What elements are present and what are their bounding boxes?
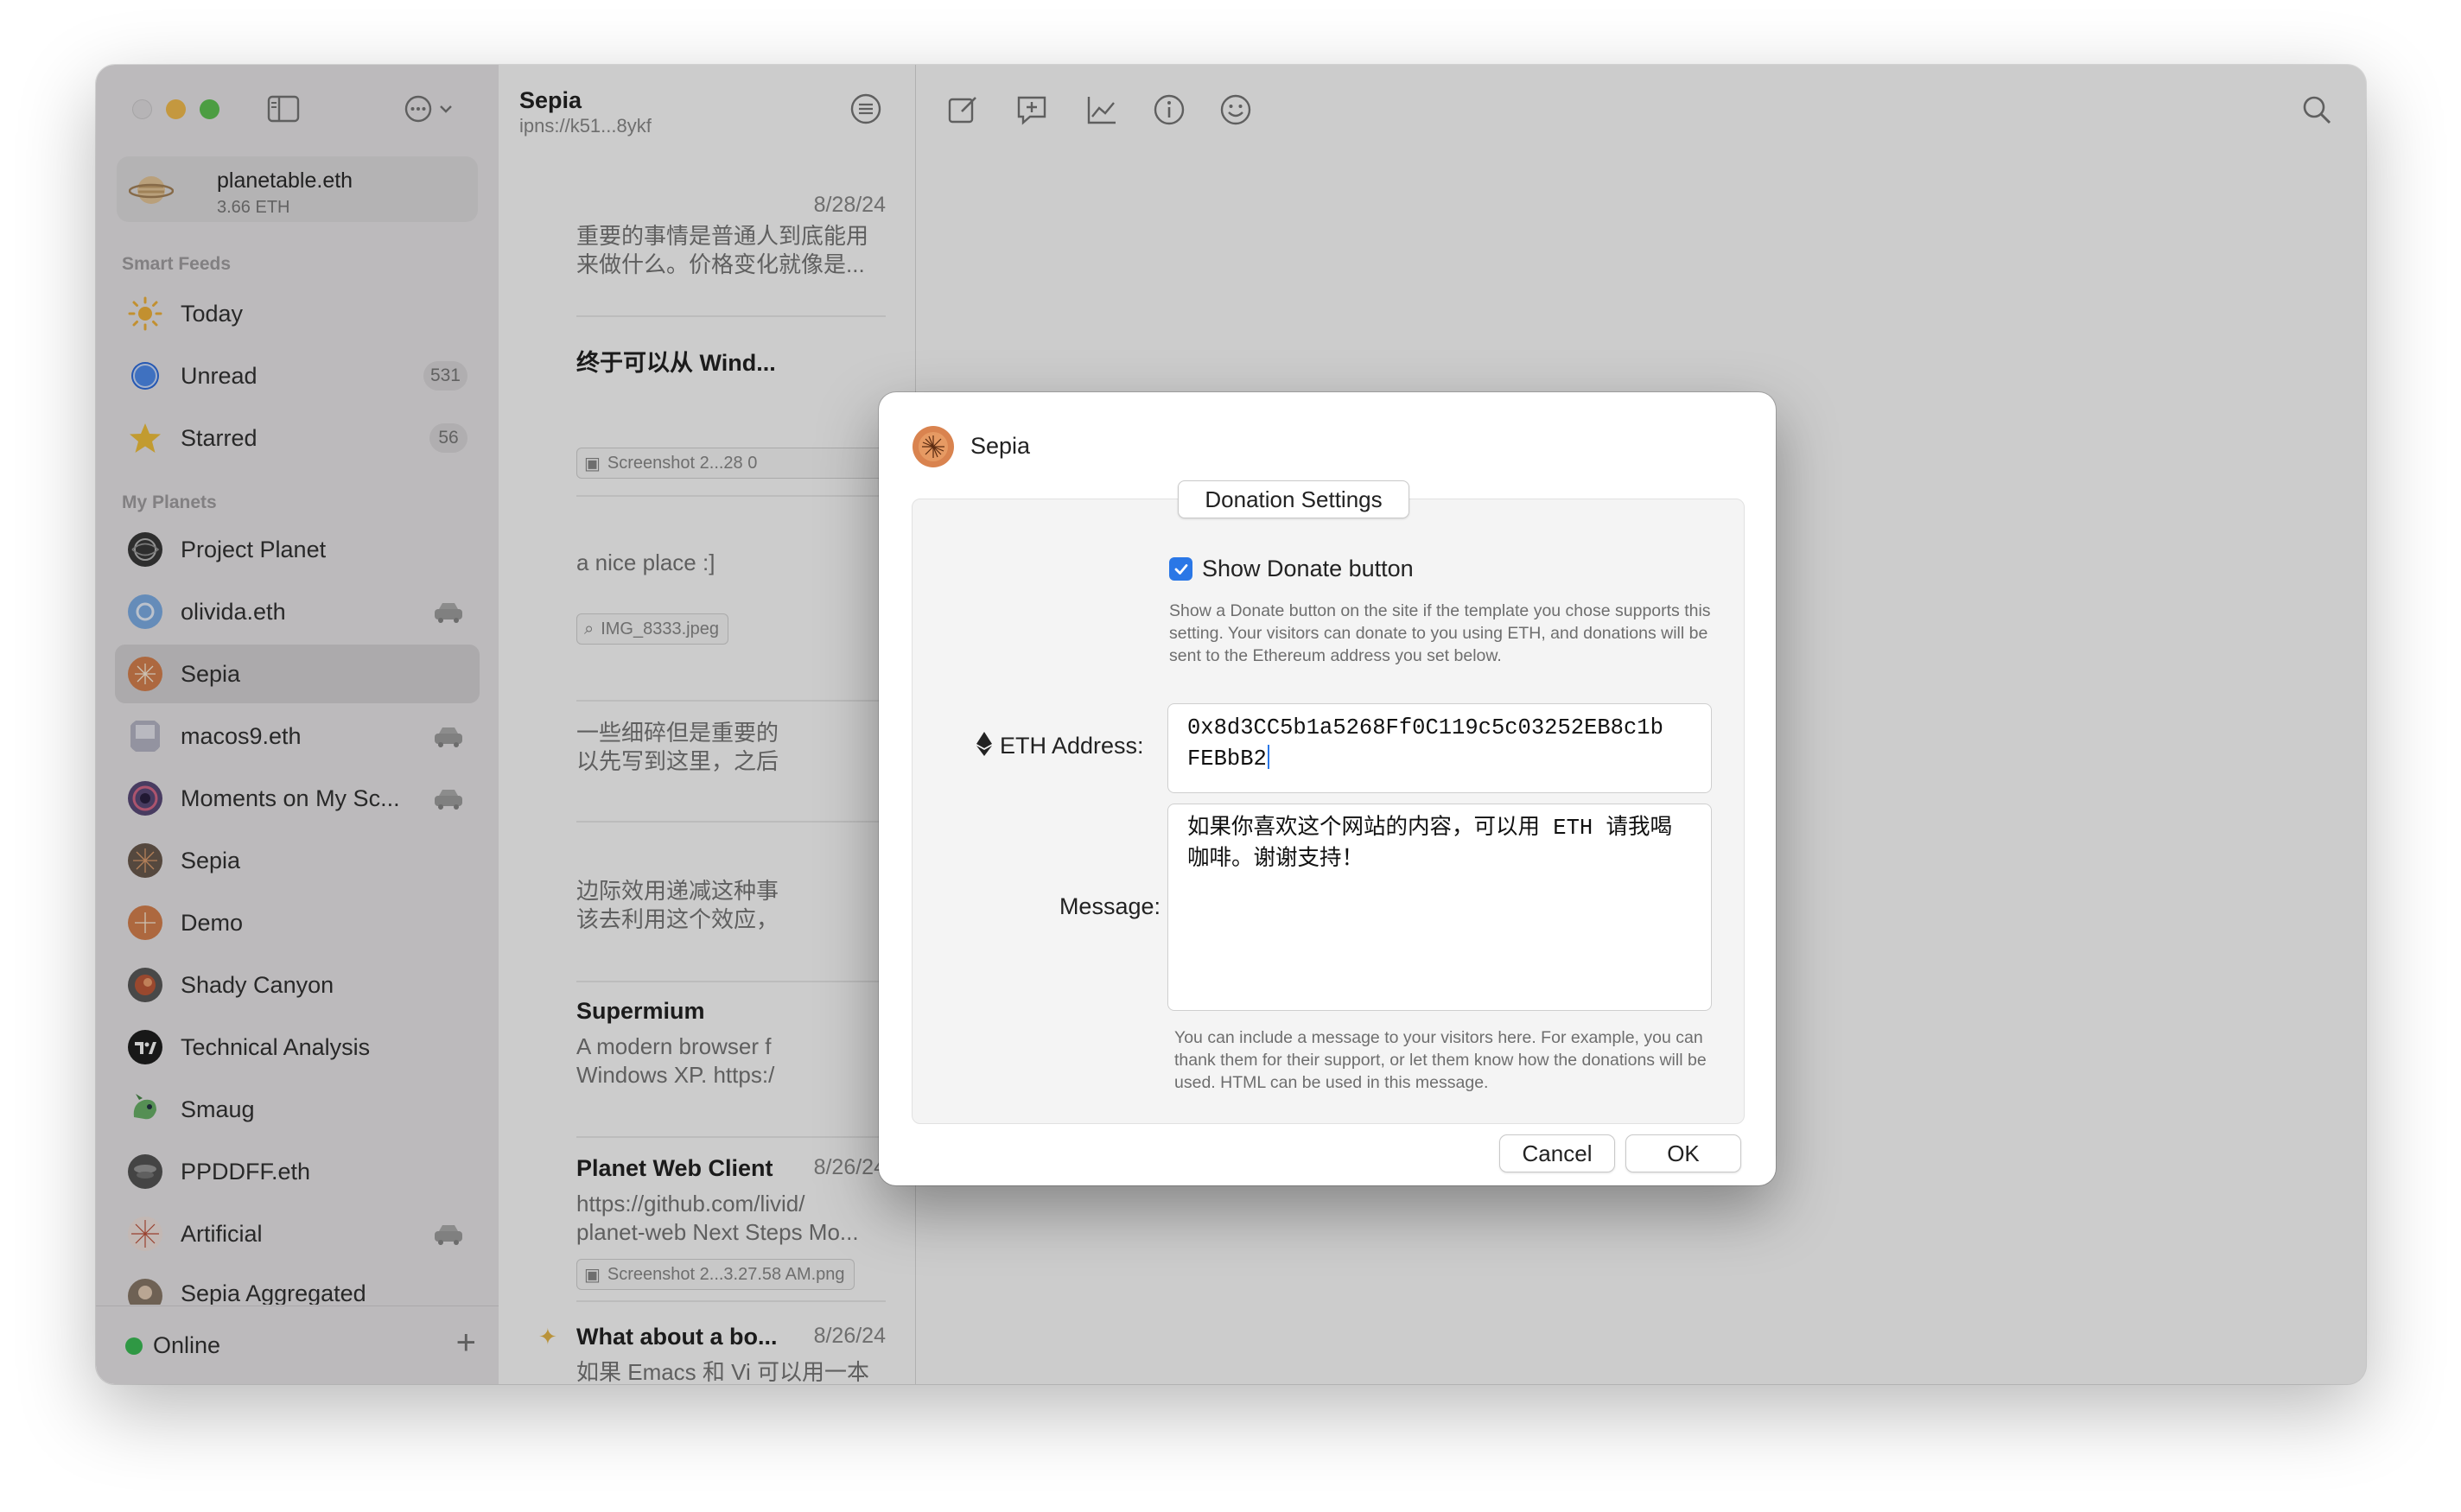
eth-address-line-2-text: FEBbB2 <box>1187 746 1267 772</box>
message-label: Message: <box>1059 893 1161 919</box>
checkmark-icon <box>1174 563 1187 575</box>
sepia-avatar <box>913 426 954 467</box>
ethereum-icon <box>976 732 992 756</box>
dialog-planet-name: Sepia <box>970 433 1031 459</box>
eth-address-line-2: FEBbB2 <box>1187 744 1692 775</box>
eth-address-input[interactable]: 0x8d3CC5b1a5268Ff0C119c5c03252EB8c1b FEB… <box>1167 703 1712 793</box>
message-textarea[interactable]: 如果你喜欢这个网站的内容，可以用 ETH 请我喝 咖啡。谢谢支持！ <box>1167 804 1712 1011</box>
app-window: planetable.eth 3.66 ETH Smart Feeds Toda… <box>96 65 2366 1384</box>
show-donate-help: Show a Donate button on the site if the … <box>1169 601 1711 665</box>
show-donate-label[interactable]: Show Donate button <box>1202 556 1414 582</box>
ok-button[interactable]: OK <box>1625 1134 1741 1172</box>
eth-address-line-1: 0x8d3CC5b1a5268Ff0C119c5c03252EB8c1b <box>1187 715 1663 740</box>
message-help: You can include a message to your visito… <box>1174 1028 1707 1092</box>
donation-settings-dialog: Sepia Donation Settings Show Donate butt… <box>879 392 1776 1185</box>
text-caret <box>1267 745 1269 769</box>
message-line-2: 咖啡。谢谢支持！ <box>1187 847 1364 872</box>
message-line-1: 如果你喜欢这个网站的内容，可以用 ETH 请我喝 <box>1187 816 1673 841</box>
show-donate-checkbox[interactable] <box>1169 557 1192 581</box>
tab-donation-settings[interactable]: Donation Settings <box>1178 480 1409 518</box>
cancel-button[interactable]: Cancel <box>1499 1134 1615 1172</box>
eth-address-label: ETH Address: <box>1000 733 1144 759</box>
